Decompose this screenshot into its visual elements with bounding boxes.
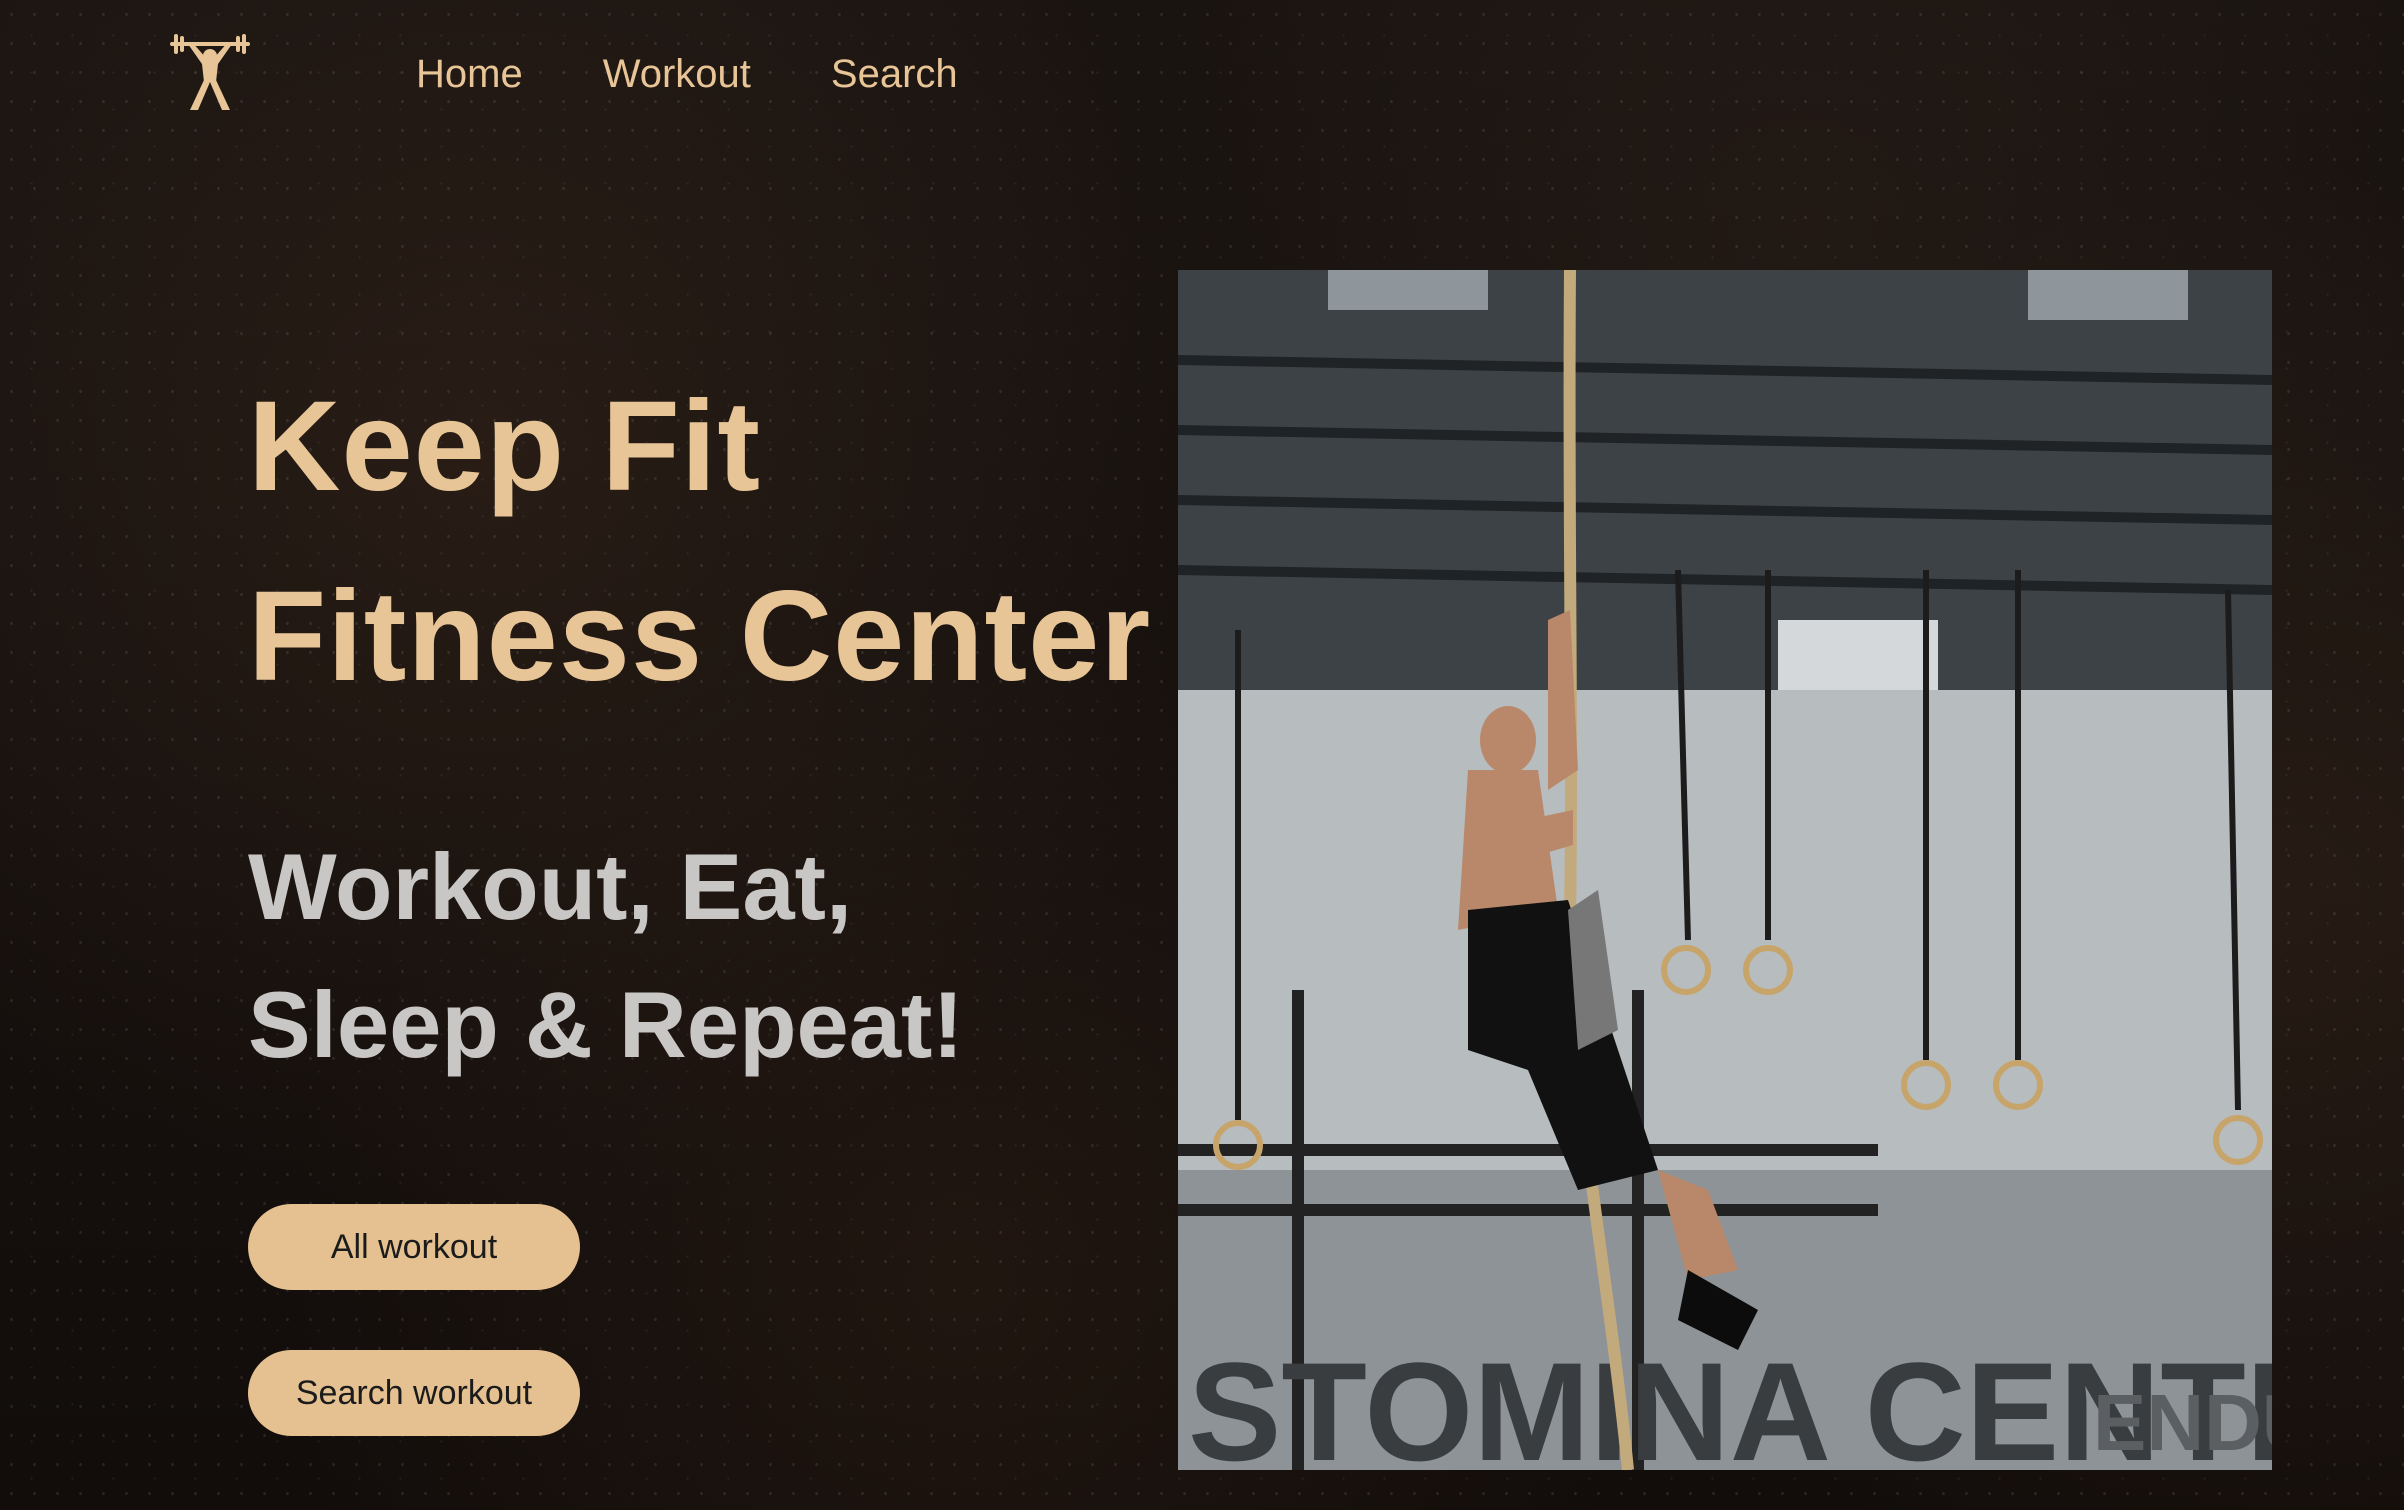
photo-wall-text-2: ENDURAN	[2093, 1378, 2272, 1467]
main-nav: Home Workout Search	[416, 50, 958, 98]
all-workout-button[interactable]: All workout	[248, 1204, 580, 1290]
nav-link-home[interactable]: Home	[416, 50, 523, 98]
nav-link-workout[interactable]: Workout	[603, 50, 751, 98]
hero-photo-rope-climber: STOMINA CENTER ENDURAN	[1178, 270, 2272, 1470]
tagline-line-1: Workout, Eat,	[248, 834, 853, 939]
nav-link-search[interactable]: Search	[831, 50, 958, 98]
search-workout-button[interactable]: Search workout	[248, 1350, 580, 1436]
tagline-line-2: Sleep & Repeat!	[248, 972, 964, 1077]
hero-title-line-1: Keep Fit	[248, 375, 761, 518]
weightlifter-logo-icon[interactable]	[168, 30, 252, 114]
hero-title: Keep Fit Fitness Center	[248, 352, 1151, 732]
hero-tagline: Workout, Eat, Sleep & Repeat!	[248, 818, 964, 1094]
hero-photo-illustration: STOMINA CENTER ENDURAN	[1178, 270, 2272, 1470]
hero-title-line-2: Fitness Center	[248, 565, 1152, 708]
